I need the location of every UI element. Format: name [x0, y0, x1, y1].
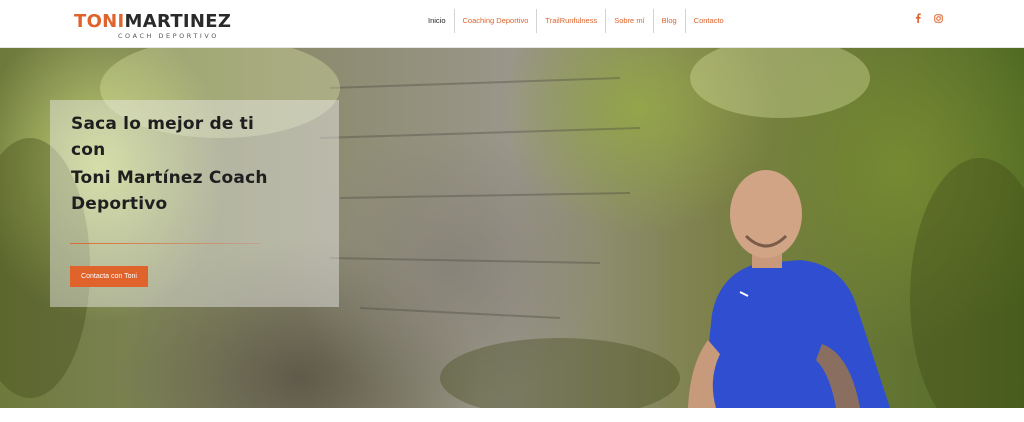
hero-title-line: Toni Martínez Coach	[71, 168, 268, 188]
hero-overlay-card: Saca lo mejor de ti con Toni Martínez Co…	[50, 100, 339, 307]
hero-title-line: Saca lo mejor de ti	[71, 114, 255, 134]
nav-item-blog[interactable]: Blog	[652, 9, 685, 33]
hero-title-line: con	[71, 140, 106, 160]
nav-item-inicio[interactable]: Inicio	[422, 9, 454, 33]
nav-item-contacto[interactable]: Contacto	[684, 9, 732, 33]
social-links	[913, 12, 943, 24]
nav-item-coaching-deportivo[interactable]: Coaching Deportivo	[453, 9, 537, 33]
nav-item-trailrunfulness[interactable]: TrailRunfulness	[536, 9, 605, 33]
logo-last-name: MARTINEZ	[124, 11, 232, 32]
facebook-icon[interactable]	[913, 12, 923, 24]
hero-title: Saca lo mejor de ti con Toni Martínez Co…	[71, 111, 331, 217]
contact-button[interactable]: Contacta con Toni	[70, 266, 148, 287]
logo-wordmark: TONIMARTINEZ	[74, 13, 231, 31]
site-logo[interactable]: TONIMARTINEZ COACH DEPORTIVO	[74, 13, 231, 41]
coach-photo	[688, 170, 890, 408]
hero-banner: Saca lo mejor de ti con Toni Martínez Co…	[0, 48, 1024, 408]
hero-title-line: Deportivo	[71, 194, 168, 214]
logo-first-name: TONI	[74, 11, 125, 32]
site-header: TONIMARTINEZ COACH DEPORTIVO Inicio Coac…	[0, 0, 1024, 48]
instagram-icon[interactable]	[933, 12, 943, 24]
hero-divider	[70, 243, 260, 244]
main-nav: Inicio Coaching Deportivo TrailRunfulnes…	[422, 9, 732, 33]
nav-item-sobre-mi[interactable]: Sobre mí	[605, 9, 652, 33]
logo-subtitle: COACH DEPORTIVO	[118, 32, 219, 40]
